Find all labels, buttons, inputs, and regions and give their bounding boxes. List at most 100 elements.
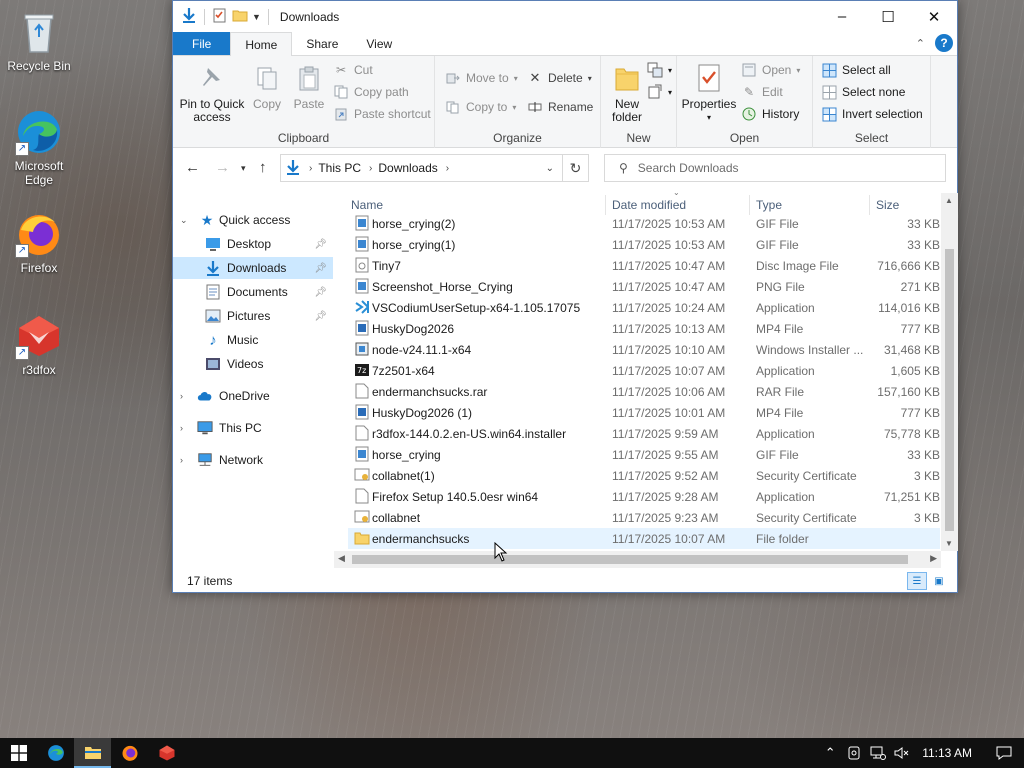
scroll-up-icon[interactable]: ▲ xyxy=(945,196,953,205)
nav-item-quick-access[interactable]: ⌄ ★ Quick access xyxy=(173,209,333,231)
taskbar-r3dfox-button[interactable] xyxy=(148,738,185,768)
file-row[interactable]: r3dfox-144.0.2.en-US.win64.installer 11/1… xyxy=(348,423,940,444)
taskbar-edge-button[interactable] xyxy=(37,738,74,768)
select-none-button[interactable]: Select none xyxy=(821,82,905,102)
scroll-left-icon[interactable]: ◀ xyxy=(338,553,345,564)
search-input[interactable]: Search Downloads xyxy=(638,161,739,175)
desktop-icon-recycle-bin[interactable]: Recycle Bin xyxy=(4,8,74,73)
column-header-type[interactable]: Type xyxy=(756,195,782,215)
taskbar-firefox-button[interactable] xyxy=(111,738,148,768)
new-folder-button[interactable]: New folder xyxy=(607,62,647,124)
nav-item-pictures[interactable]: Pictures 📌︎ xyxy=(173,305,333,327)
refresh-button[interactable]: ↻ xyxy=(563,154,589,182)
properties-button[interactable]: Properties ▾ xyxy=(681,62,737,124)
collapse-ribbon-icon[interactable]: ⌃ xyxy=(916,37,925,50)
up-arrow-icon[interactable]: ↑ xyxy=(259,159,267,176)
nav-item-videos[interactable]: Videos xyxy=(173,353,333,375)
easy-access-button[interactable]: ▾ xyxy=(647,82,672,102)
expand-chevron-icon[interactable]: › xyxy=(180,391,183,401)
file-row[interactable]: Tiny7 11/17/2025 10:47 AM Disc Image File 7… xyxy=(348,255,940,276)
copy-path-button[interactable]: Copy path xyxy=(333,82,409,102)
breadcrumb-downloads[interactable]: Downloads xyxy=(378,161,437,175)
new-folder-qat-icon[interactable] xyxy=(232,7,248,26)
nav-item-documents[interactable]: Documents 📌︎ xyxy=(173,281,333,303)
tab-share[interactable]: Share xyxy=(292,32,352,55)
column-header-size[interactable]: Size xyxy=(876,195,899,215)
file-row[interactable]: endermanchsucks.rar 11/17/2025 10:06 AM RA… xyxy=(348,381,940,402)
help-icon[interactable]: ? xyxy=(935,34,953,52)
address-dropdown-icon[interactable]: ⌄ xyxy=(546,163,554,174)
file-row[interactable]: HuskyDog2026 (1) 11/17/2025 10:01 AM MP4 F… xyxy=(348,402,940,423)
column-header-name[interactable]: Name xyxy=(351,195,383,215)
collapse-chevron-icon[interactable]: ⌄ xyxy=(180,215,188,226)
qat-dropdown-icon[interactable]: ▼ xyxy=(252,12,261,22)
history-button[interactable]: History xyxy=(741,104,799,124)
scroll-right-icon[interactable]: ▶ xyxy=(930,553,937,564)
new-item-button[interactable]: ▾ xyxy=(647,60,672,80)
network-status-icon[interactable] xyxy=(866,738,890,768)
delete-button[interactable]: ✕ Delete ▾ xyxy=(527,68,592,88)
search-box[interactable]: ⚲ Search Downloads xyxy=(604,154,946,182)
file-row[interactable]: HuskyDog2026 11/17/2025 10:13 AM MP4 File 7… xyxy=(348,318,940,339)
nav-item-onedrive[interactable]: › OneDrive xyxy=(173,385,333,407)
file-row[interactable]: Screenshot_Horse_Crying 11/17/2025 10:47 … xyxy=(348,276,940,297)
column-header-date[interactable]: Date modified xyxy=(612,195,686,215)
desktop-icon-firefox[interactable]: ↗ Firefox xyxy=(4,210,74,275)
show-hidden-icons-chevron-icon[interactable]: ⌃ xyxy=(818,738,842,768)
file-row[interactable]: 7z 7z2501-x64 11/17/2025 10:07 AM Applicati… xyxy=(348,360,940,381)
paste-button[interactable]: Paste xyxy=(291,62,327,111)
large-icons-view-icon[interactable]: ▣ xyxy=(929,572,949,590)
open-button[interactable]: Open ▾ xyxy=(741,60,800,80)
nav-item-this-pc[interactable]: › This PC xyxy=(173,417,333,439)
file-row[interactable]: horse_crying(1) 11/17/2025 10:53 AM GIF Fi… xyxy=(348,234,940,255)
taskbar-clock[interactable]: 11:13 AM xyxy=(922,746,972,760)
horizontal-scroll-thumb[interactable] xyxy=(352,555,908,564)
breadcrumb-this-pc[interactable]: This PC xyxy=(318,161,361,175)
scroll-down-icon[interactable]: ▼ xyxy=(945,539,953,548)
vertical-scroll-thumb[interactable] xyxy=(945,249,954,531)
select-all-button[interactable]: Select all xyxy=(821,60,891,80)
details-view-icon[interactable]: ☰ xyxy=(907,572,927,590)
close-button[interactable]: ✕ xyxy=(911,1,957,32)
title-bar[interactable]: ▼ Downloads – ☐ ✕ xyxy=(173,1,957,32)
tab-file[interactable]: File xyxy=(173,32,231,55)
file-row[interactable]: node-v24.11.1-x64 11/17/2025 10:10 AM Wind… xyxy=(348,339,940,360)
copy-to-button[interactable]: Copy to ▾ xyxy=(445,97,516,117)
nav-item-music[interactable]: ♪ Music xyxy=(173,329,333,351)
back-arrow-icon[interactable]: ← xyxy=(185,159,200,176)
paste-shortcut-button[interactable]: Paste shortcut xyxy=(333,104,431,124)
edit-button[interactable]: ✎ Edit xyxy=(741,82,783,102)
invert-selection-button[interactable]: Invert selection xyxy=(821,104,923,124)
file-row[interactable]: horse_crying(2) 11/17/2025 10:53 AM GIF Fi… xyxy=(348,213,940,234)
file-row[interactable]: Firefox Setup 140.5.0esr win64 11/17/2025… xyxy=(348,486,940,507)
file-row[interactable]: collabnet(1) 11/17/2025 9:52 AM Security C… xyxy=(348,465,940,486)
copy-button[interactable]: Copy xyxy=(249,62,285,111)
desktop-icon-r3dfox[interactable]: ↗ r3dfox xyxy=(4,312,74,377)
tab-view[interactable]: View xyxy=(352,32,406,55)
desktop-icon-edge[interactable]: ↗ Microsoft Edge xyxy=(4,108,74,187)
expand-chevron-icon[interactable]: › xyxy=(180,423,183,433)
cut-button[interactable]: ✂ Cut xyxy=(333,60,373,80)
file-row[interactable]: collabnet 11/17/2025 9:23 AM Security Cert… xyxy=(348,507,940,528)
nav-item-desktop[interactable]: Desktop 📌︎ xyxy=(173,233,333,255)
properties-qat-icon[interactable] xyxy=(212,7,228,26)
file-row[interactable]: horse_crying 11/17/2025 9:55 AM GIF File 33… xyxy=(348,444,940,465)
file-row[interactable]: VSCodiumUserSetup-x64-1.105.17075 11/17/2… xyxy=(348,297,940,318)
expand-chevron-icon[interactable]: › xyxy=(180,455,183,465)
taskbar-file-explorer-button[interactable] xyxy=(74,738,111,768)
move-to-button[interactable]: Move to ▾ xyxy=(445,68,518,88)
minimize-button[interactable]: – xyxy=(819,1,865,32)
horizontal-scrollbar[interactable]: ◀ ▶ xyxy=(334,551,941,568)
maximize-button[interactable]: ☐ xyxy=(865,1,911,32)
pin-to-quick-access-button[interactable]: Pin to Quick access xyxy=(179,62,245,124)
tab-home[interactable]: Home xyxy=(230,32,293,56)
volume-muted-icon[interactable] xyxy=(890,738,914,768)
nav-item-network[interactable]: › Network xyxy=(173,449,333,471)
file-row[interactable]: endermanchsucks 11/17/2025 10:07 AM File f… xyxy=(348,528,940,549)
rename-button[interactable]: Rename xyxy=(527,97,593,117)
nav-item-downloads[interactable]: Downloads 📌︎ xyxy=(173,257,333,279)
start-button[interactable] xyxy=(0,738,37,768)
address-bar[interactable]: › This PC › Downloads › ⌄ xyxy=(280,154,563,182)
recent-locations-icon[interactable]: ▾ xyxy=(241,163,246,174)
device-icon[interactable] xyxy=(842,738,866,768)
